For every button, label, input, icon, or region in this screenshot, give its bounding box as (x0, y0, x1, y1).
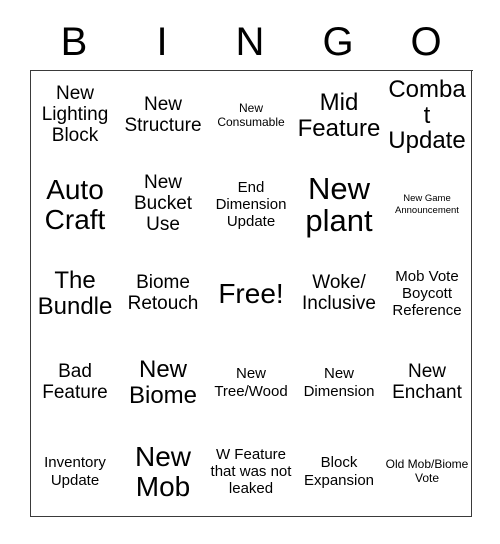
bingo-cell-label: Free! (218, 277, 284, 309)
bingo-cell-label: New Bucket Use (133, 172, 193, 235)
bingo-cell[interactable]: Old Mob/Biome Vote (383, 427, 472, 517)
bingo-header: B I N G O (30, 14, 470, 70)
bingo-cell-label: New Consumable (217, 100, 285, 129)
header-letter-b: B (60, 20, 88, 64)
bingo-cell-label: New Biome (128, 356, 198, 409)
bingo-cell[interactable]: Mob Vote Boycott Reference (383, 249, 472, 339)
bingo-cell[interactable]: New Lighting Block (31, 71, 120, 161)
bingo-cell[interactable]: Block Expansion (295, 427, 384, 517)
bingo-cell-label: New Enchant (392, 360, 462, 403)
bingo-cell-label: New plant (305, 170, 373, 238)
bingo-cell-label: Auto Craft (44, 174, 106, 235)
bingo-cell[interactable]: New Bucket Use (119, 160, 208, 250)
bingo-cell-label: Mob Vote Boycott Reference (392, 267, 462, 320)
bingo-cell[interactable]: New Mob (119, 427, 208, 517)
bingo-card: B I N G O New Lighting Block New Structu… (0, 0, 500, 544)
bingo-cell[interactable]: End Dimension Update (207, 160, 296, 250)
bingo-cell[interactable]: Inventory Update (31, 427, 120, 517)
bingo-cell-label: End Dimension Update (215, 178, 287, 231)
bingo-cell-label: New Mob (134, 441, 191, 502)
bingo-cell[interactable]: Mid Feature (295, 71, 384, 161)
bingo-cell-label: Old Mob/Biome Vote (385, 456, 469, 485)
bingo-cell[interactable]: W Feature that was not leaked (207, 427, 296, 517)
bingo-cell-label: New Game Announcement (395, 193, 459, 216)
bingo-cell[interactable]: New Enchant (383, 338, 472, 428)
header-letter-g: G (322, 20, 354, 64)
bingo-cell[interactable]: New Consumable (207, 71, 296, 161)
bingo-cell-label: New Lighting Block (41, 83, 109, 146)
bingo-cell-label: Inventory Update (44, 454, 106, 489)
bingo-cell[interactable]: New Structure (119, 71, 208, 161)
bingo-cell-label: New Structure (124, 93, 202, 136)
bingo-cell[interactable]: New Dimension (295, 338, 384, 428)
bingo-grid: New Lighting Block New Structure New Con… (30, 70, 473, 517)
header-letter-o: O (410, 20, 442, 64)
bingo-cell-free[interactable]: Free! (207, 249, 296, 339)
bingo-cell-label: New Tree/Wood (214, 365, 288, 400)
bingo-cell-label: W Feature that was not leaked (210, 445, 292, 498)
bingo-cell-label: Biome Retouch (127, 271, 199, 314)
bingo-cell[interactable]: Combat Update (383, 71, 472, 161)
header-letter-n: N (235, 20, 265, 64)
bingo-cell-label: Bad Feature (42, 360, 108, 403)
bingo-cell[interactable]: Biome Retouch (119, 249, 208, 339)
bingo-cell[interactable]: New Biome (119, 338, 208, 428)
bingo-cell-label: New Dimension (303, 365, 375, 400)
bingo-cell[interactable]: The Bundle (31, 249, 120, 339)
bingo-cell[interactable]: Bad Feature (31, 338, 120, 428)
bingo-cell[interactable]: New plant (295, 160, 384, 250)
bingo-cell[interactable]: Woke/ Inclusive (295, 249, 384, 339)
bingo-cell[interactable]: New Game Announcement (383, 160, 472, 250)
bingo-cell-label: The Bundle (37, 267, 113, 320)
bingo-cell-label: Block Expansion (303, 454, 375, 489)
bingo-cell-label: Mid Feature (297, 89, 381, 142)
bingo-cell-label: Combat Update (388, 76, 466, 155)
header-letter-i: I (156, 20, 168, 64)
bingo-cell[interactable]: Auto Craft (31, 160, 120, 250)
bingo-cell-label: Woke/ Inclusive (302, 271, 376, 314)
bingo-cell[interactable]: New Tree/Wood (207, 338, 296, 428)
